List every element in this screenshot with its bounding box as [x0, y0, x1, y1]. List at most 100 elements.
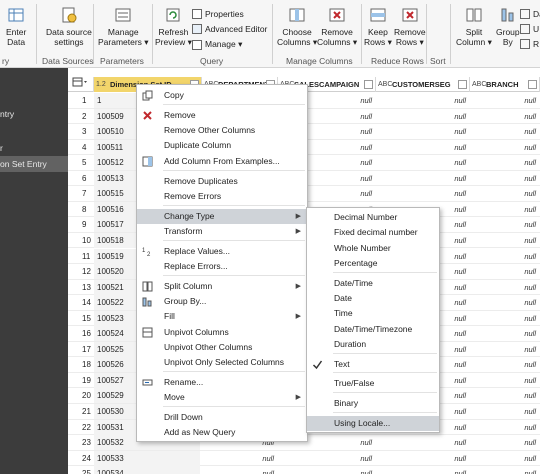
query-item-selected[interactable]: on Set Entry	[0, 156, 68, 172]
data-type-dropdown[interactable]: Data	[520, 9, 540, 19]
type-option-using-locale[interactable]: Using Locale...	[307, 416, 439, 431]
null-cell[interactable]: null	[470, 404, 536, 419]
null-cell[interactable]: null	[470, 140, 536, 155]
null-cell[interactable]: null	[470, 373, 536, 388]
type-option-fixed-decimal-number[interactable]: Fixed decimal number	[307, 225, 439, 240]
properties-button[interactable]: Properties	[192, 9, 244, 19]
null-cell[interactable]: null	[470, 109, 536, 124]
null-cell[interactable]: null	[470, 451, 536, 466]
type-option-time[interactable]: Time	[307, 306, 439, 321]
data-source-settings-button[interactable]: Data source settings	[46, 6, 92, 47]
null-cell[interactable]: null	[470, 217, 536, 232]
null-cell[interactable]: null	[470, 264, 536, 279]
menu-item-split-column[interactable]: Split Column ▶	[137, 279, 307, 294]
null-cell[interactable]: null	[278, 466, 372, 474]
menu-item-unpivot-columns[interactable]: Unpivot Columns	[137, 325, 307, 340]
table-menu-button[interactable]	[68, 77, 94, 92]
null-cell[interactable]: null	[470, 202, 536, 217]
null-cell[interactable]: null	[376, 140, 466, 155]
remove-rows-button[interactable]: Remove Rows ▾	[394, 6, 426, 47]
menu-item-remove[interactable]: Remove	[137, 108, 307, 123]
dimension-set-id-cell[interactable]: 100533	[94, 450, 200, 466]
null-cell[interactable]: null	[376, 93, 466, 108]
menu-item-fill[interactable]: Fill ▶	[137, 309, 307, 324]
null-cell[interactable]: null	[470, 311, 536, 326]
null-cell[interactable]: null	[470, 420, 536, 435]
menu-item-replace-errors[interactable]: Replace Errors...	[137, 259, 307, 274]
type-option-date[interactable]: Date	[307, 291, 439, 306]
null-cell[interactable]: null	[376, 466, 466, 474]
null-cell[interactable]: null	[470, 295, 536, 310]
null-cell[interactable]: null	[376, 109, 466, 124]
null-cell[interactable]: null	[376, 451, 466, 466]
column-header-branch[interactable]: ABC BRANCH	[470, 77, 540, 92]
menu-item-change-type[interactable]: Change Type ▶	[137, 209, 307, 224]
menu-item-drill-down[interactable]: Drill Down	[137, 410, 307, 425]
choose-columns-button[interactable]: Choose Columns ▾	[277, 6, 317, 47]
null-cell[interactable]: null	[278, 451, 372, 466]
column-filter-button[interactable]	[528, 80, 537, 89]
menu-item-add-as-new-query[interactable]: Add as New Query	[137, 425, 307, 440]
null-cell[interactable]: null	[470, 466, 536, 474]
type-option-decimal-number[interactable]: Decimal Number	[307, 210, 439, 225]
null-cell[interactable]: null	[376, 435, 466, 450]
type-option-text[interactable]: Text	[307, 357, 439, 372]
manage-dropdown[interactable]: Manage ▾	[192, 39, 242, 50]
menu-item-transform[interactable]: Transform ▶	[137, 224, 307, 239]
menu-item-group-by[interactable]: Group By...	[137, 294, 307, 309]
menu-item-remove-other-columns[interactable]: Remove Other Columns	[137, 123, 307, 138]
remove-columns-button[interactable]: Remove Columns ▾	[317, 6, 357, 47]
split-column-button[interactable]: Split Column ▾	[456, 6, 492, 47]
dimension-set-id-cell[interactable]: 100534	[94, 466, 200, 474]
column-header-customerseg[interactable]: ABC CUSTOMERSEG	[376, 77, 470, 92]
menu-item-duplicate-column[interactable]: Duplicate Column	[137, 138, 307, 153]
null-cell[interactable]: null	[470, 388, 536, 403]
use-first-row-button[interactable]: U	[520, 24, 539, 34]
null-cell[interactable]: null	[376, 124, 466, 139]
null-cell[interactable]: null	[470, 171, 536, 186]
menu-item-remove-duplicates[interactable]: Remove Duplicates	[137, 174, 307, 189]
type-option-date-time-timezone[interactable]: Date/Time/Timezone	[307, 322, 439, 337]
menu-item-copy[interactable]: Copy	[137, 88, 307, 103]
manage-parameters-button[interactable]: Manage Parameters ▾	[98, 6, 149, 47]
null-cell[interactable]: null	[376, 155, 466, 170]
menu-item-add-column-from-examples[interactable]: Add Column From Examples...	[137, 154, 307, 169]
query-item[interactable]: ntry	[0, 106, 68, 122]
null-cell[interactable]: null	[470, 357, 536, 372]
null-cell[interactable]: null	[470, 186, 536, 201]
type-option-percentage[interactable]: Percentage	[307, 256, 439, 271]
null-cell[interactable]: null	[470, 249, 536, 264]
null-cell[interactable]: null	[202, 451, 274, 466]
type-option-binary[interactable]: Binary	[307, 396, 439, 411]
null-cell[interactable]: null	[470, 155, 536, 170]
type-option-whole-number[interactable]: Whole Number	[307, 241, 439, 256]
null-cell[interactable]: null	[470, 280, 536, 295]
null-cell[interactable]: null	[470, 93, 536, 108]
null-cell[interactable]: null	[376, 186, 466, 201]
null-cell[interactable]: null	[470, 342, 536, 357]
menu-item-rename[interactable]: Rename...	[137, 375, 307, 390]
query-item[interactable]: r	[0, 140, 68, 156]
column-filter-button[interactable]	[364, 80, 373, 89]
refresh-preview-button[interactable]: Refresh Preview ▾	[155, 6, 192, 47]
null-cell[interactable]: null	[470, 326, 536, 341]
menu-item-move[interactable]: Move ▶	[137, 390, 307, 405]
replace-values-button[interactable]: R	[520, 39, 539, 49]
advanced-editor-button[interactable]: Advanced Editor	[192, 24, 267, 34]
null-cell[interactable]: null	[470, 124, 536, 139]
group-by-button[interactable]: Group By	[496, 6, 520, 47]
menu-item-remove-errors[interactable]: Remove Errors	[137, 189, 307, 204]
enter-data-button[interactable]: Enter Data	[6, 6, 26, 47]
menu-item-unpivot-only-selected-columns[interactable]: Unpivot Only Selected Columns	[137, 355, 307, 370]
null-cell[interactable]: null	[202, 466, 274, 474]
null-cell[interactable]: null	[376, 171, 466, 186]
type-option-duration[interactable]: Duration	[307, 337, 439, 352]
column-filter-button[interactable]	[458, 80, 467, 89]
menu-item-unpivot-other-columns[interactable]: Unpivot Other Columns	[137, 340, 307, 355]
keep-rows-button[interactable]: Keep Rows ▾	[364, 6, 392, 47]
null-cell[interactable]: null	[470, 233, 536, 248]
menu-item-replace-values[interactable]: 1 2 Replace Values...	[137, 244, 307, 259]
type-option-date-time[interactable]: Date/Time	[307, 276, 439, 291]
null-cell[interactable]: null	[470, 435, 536, 450]
type-option-true-false[interactable]: True/False	[307, 376, 439, 391]
